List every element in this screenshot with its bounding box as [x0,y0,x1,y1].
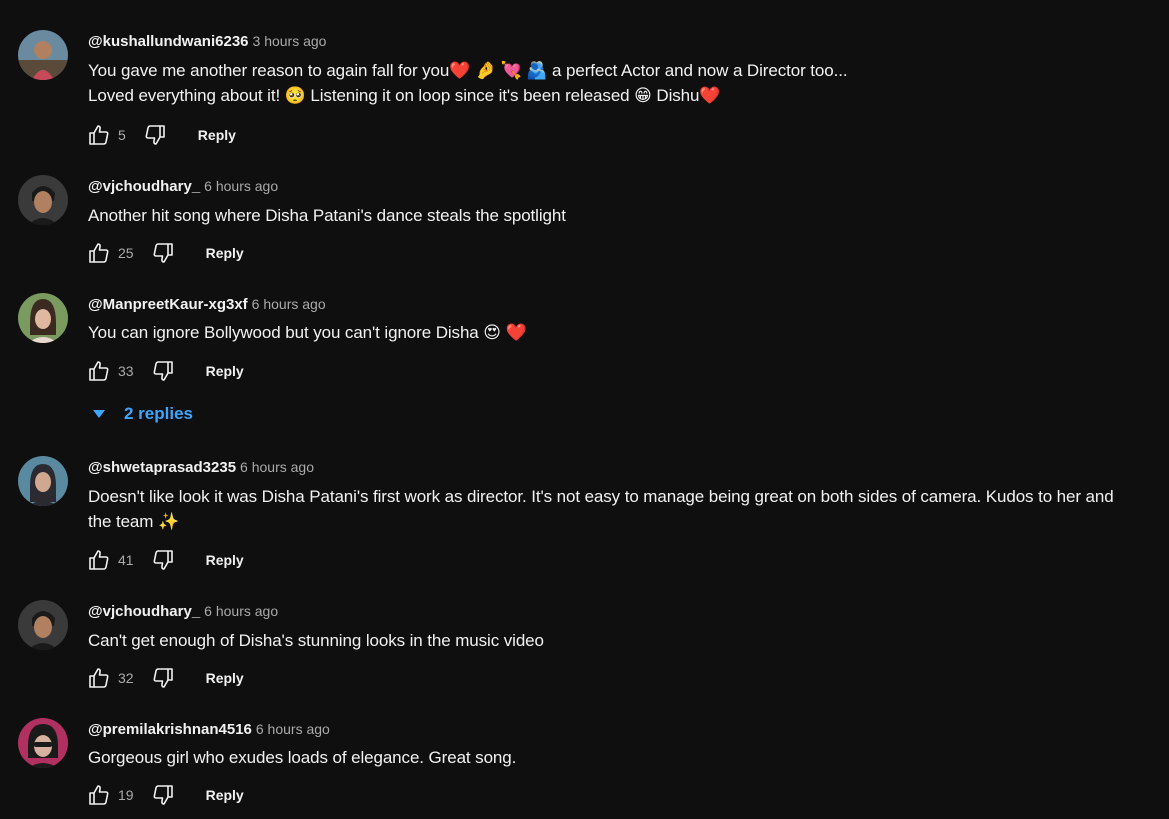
comment-text-line: the team ✨ [88,512,180,531]
thumbs-down-icon [153,785,173,805]
thumbs-down-icon [153,361,173,381]
avatar[interactable] [18,175,68,225]
comment-author[interactable]: @ManpreetKaur-xg3xf [88,296,248,313]
comment-text: Another hit song where Disha Patani's da… [88,203,1161,228]
avatar[interactable] [18,456,68,506]
thumbs-down-icon [153,243,173,263]
comment-text-line: Loved everything about it! 🥺 Listening i… [88,86,721,105]
comment-author[interactable]: @kushallundwani6236 [88,33,249,50]
comment-actions: 33 Reply [86,358,244,384]
replies-count-label: 2 replies [124,404,193,423]
like-count: 32 [118,670,134,686]
comment-actions: 19 Reply [86,782,244,808]
like-button[interactable] [86,782,112,808]
thumbs-down-icon [153,550,173,570]
comment-timestamp[interactable]: 6 hours ago [252,296,326,312]
comment-text: Doesn't like look it was Disha Patani's … [88,484,1161,534]
comment-text: Gorgeous girl who exudes loads of elegan… [88,745,1161,770]
view-replies-button[interactable]: 2 replies [92,402,193,426]
comment-actions: 5 Reply [86,122,236,148]
like-button[interactable] [86,547,112,573]
comment-text-line: Gorgeous girl who exudes loads of elegan… [88,748,517,767]
comment-timestamp[interactable]: 6 hours ago [256,721,330,737]
comment-timestamp[interactable]: 3 hours ago [253,33,327,49]
like-count: 33 [118,363,134,379]
reply-button[interactable]: Reply [206,363,244,379]
thumbs-up-icon [89,361,109,381]
thumbs-up-icon [89,785,109,805]
like-button[interactable] [86,358,112,384]
thumbs-down-icon [145,125,165,145]
comment-actions: 32 Reply [86,665,244,691]
caret-down-icon [92,409,106,419]
reply-button[interactable]: Reply [198,127,236,143]
like-count: 25 [118,245,134,261]
comment-author[interactable]: @vjchoudhary_ [88,178,200,195]
dislike-button[interactable] [142,122,168,148]
thumbs-up-icon [89,668,109,688]
comment-author[interactable]: @shwetaprasad3235 [88,459,236,476]
reply-button[interactable]: Reply [206,245,244,261]
like-count: 19 [118,787,134,803]
thumbs-up-icon [89,125,109,145]
dislike-button[interactable] [150,358,176,384]
like-button[interactable] [86,122,112,148]
reply-button[interactable]: Reply [206,552,244,568]
thumbs-down-icon [153,668,173,688]
comment-text-line: Can't get enough of Disha's stunning loo… [88,631,544,650]
comment-actions: 41 Reply [86,547,244,573]
like-button[interactable] [86,665,112,691]
like-count: 41 [118,552,134,568]
thumbs-up-icon [89,550,109,570]
like-button[interactable] [86,240,112,266]
comment-author[interactable]: @premilakrishnan4516 [88,721,252,738]
avatar[interactable] [18,293,68,343]
comment-timestamp[interactable]: 6 hours ago [204,178,278,194]
reply-button[interactable]: Reply [206,787,244,803]
reply-button[interactable]: Reply [206,670,244,686]
comment-text-line: You can ignore Bollywood but you can't i… [88,323,527,342]
dislike-button[interactable] [150,240,176,266]
dislike-button[interactable] [150,782,176,808]
comment-timestamp[interactable]: 6 hours ago [204,603,278,619]
avatar[interactable] [18,30,68,80]
avatar[interactable] [18,718,68,768]
avatar[interactable] [18,600,68,650]
comment-timestamp[interactable]: 6 hours ago [240,459,314,475]
dislike-button[interactable] [150,665,176,691]
thumbs-up-icon [89,243,109,263]
comment-text: Can't get enough of Disha's stunning loo… [88,628,1161,653]
comment-actions: 25 Reply [86,240,244,266]
comment-text-line: You gave me another reason to again fall… [88,61,848,80]
comment-text-line: Another hit song where Disha Patani's da… [88,206,566,225]
comment-author[interactable]: @vjchoudhary_ [88,603,200,620]
comment-text-line: Doesn't like look it was Disha Patani's … [88,487,1114,506]
dislike-button[interactable] [150,547,176,573]
like-count: 5 [118,127,126,143]
comment-text: You can ignore Bollywood but you can't i… [88,320,1161,345]
comment-text: You gave me another reason to again fall… [88,58,1161,108]
